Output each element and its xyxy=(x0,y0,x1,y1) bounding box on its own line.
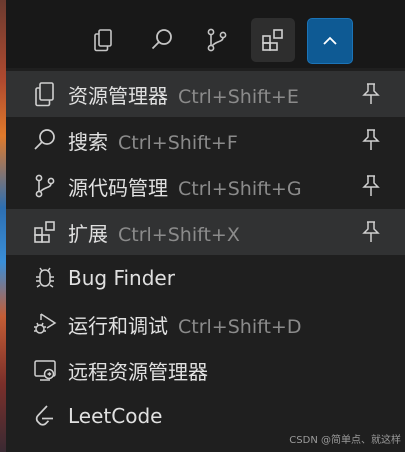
menu-item-label: 扩展 Ctrl+Shift+X xyxy=(68,221,240,246)
shortcut-text: Ctrl+Shift+E xyxy=(178,85,299,108)
menu-item-bug-finder[interactable]: Bug Finder xyxy=(6,255,405,301)
activity-toolbar xyxy=(6,0,405,68)
pin-icon[interactable] xyxy=(360,173,382,199)
shortcut-text: Ctrl+Shift+F xyxy=(118,131,238,154)
source-control-icon xyxy=(32,173,58,199)
shortcut-text: Ctrl+Shift+X xyxy=(118,223,240,246)
views-menu: 资源管理器 Ctrl+Shift+E 搜索 Ctrl+Shift+F 源代码管理… xyxy=(6,68,405,452)
search-button[interactable] xyxy=(140,18,184,62)
menu-item-explorer[interactable]: 资源管理器 Ctrl+Shift+E xyxy=(6,71,405,117)
chevron-up-icon xyxy=(319,30,341,52)
explorer-button[interactable] xyxy=(82,18,126,62)
extensions-icon xyxy=(32,219,58,245)
menu-item-run-debug[interactable]: 运行和调试 Ctrl+Shift+D xyxy=(6,301,405,347)
menu-item-extensions[interactable]: 扩展 Ctrl+Shift+X xyxy=(6,209,405,255)
expand-button[interactable] xyxy=(307,18,353,64)
search-icon xyxy=(32,127,58,153)
shortcut-text: Ctrl+Shift+D xyxy=(178,315,302,338)
extensions-button[interactable] xyxy=(251,18,295,62)
menu-item-label: 运行和调试 Ctrl+Shift+D xyxy=(68,313,302,338)
menu-item-label: 资源管理器 Ctrl+Shift+E xyxy=(68,83,299,108)
bug-icon xyxy=(32,265,58,291)
shortcut-text: Ctrl+Shift+G xyxy=(178,177,302,200)
menu-item-label: 搜索 Ctrl+Shift+F xyxy=(68,129,238,154)
search-icon xyxy=(149,27,175,53)
source-control-icon xyxy=(204,27,230,53)
extensions-icon xyxy=(260,27,286,53)
watermark: CSDN @简单点、就这样 xyxy=(289,435,401,446)
menu-item-label: 远程资源管理器 xyxy=(68,359,208,384)
leetcode-icon xyxy=(32,403,58,429)
menu-item-remote-explorer[interactable]: 远程资源管理器 xyxy=(6,347,405,393)
source-control-button[interactable] xyxy=(195,18,239,62)
files-icon xyxy=(91,27,117,53)
pin-icon[interactable] xyxy=(360,81,382,107)
menu-item-search[interactable]: 搜索 Ctrl+Shift+F xyxy=(6,117,405,163)
menu-item-source-control[interactable]: 源代码管理 Ctrl+Shift+G xyxy=(6,163,405,209)
files-icon xyxy=(32,81,58,107)
run-debug-icon xyxy=(32,311,58,337)
pin-icon[interactable] xyxy=(360,219,382,245)
menu-item-label: Bug Finder xyxy=(68,266,175,290)
menu-item-label: 源代码管理 Ctrl+Shift+G xyxy=(68,175,302,200)
remote-explorer-icon xyxy=(32,357,58,383)
pin-icon[interactable] xyxy=(360,127,382,153)
menu-item-label: LeetCode xyxy=(68,404,163,428)
